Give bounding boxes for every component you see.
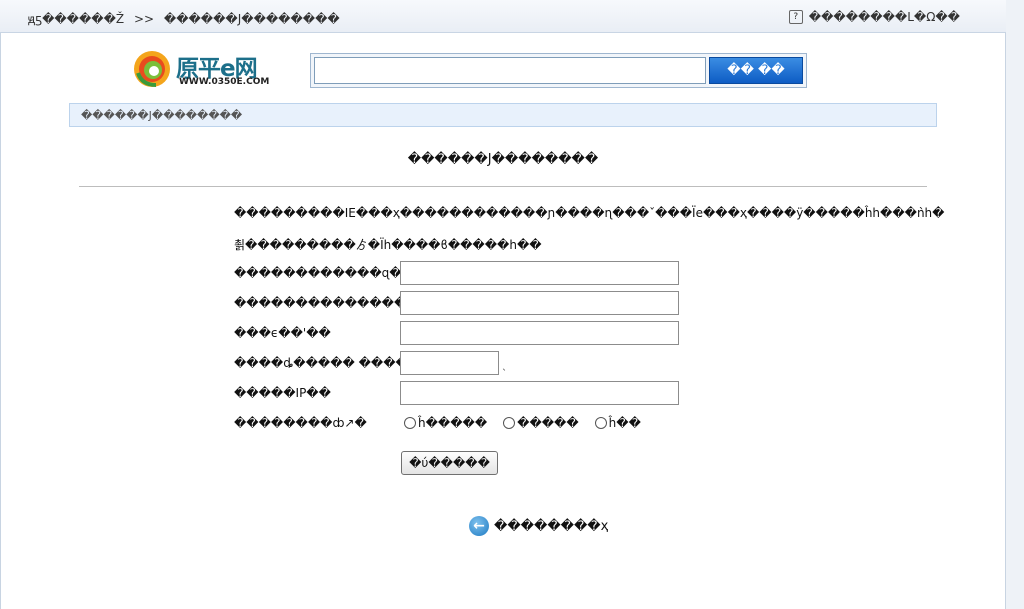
captcha-suffix: ˎ <box>502 360 507 371</box>
submit-button[interactable]: �ύ����� <box>401 451 498 475</box>
help-label[interactable]: ��������Ⅼ�Ω�� <box>809 10 960 24</box>
scrollbar[interactable] <box>1006 0 1024 609</box>
field-label-1: ������������ɋ� <box>234 266 402 280</box>
location-bar: ������J�������� <box>69 103 937 127</box>
intro-text-line-1: ���������ΙE���ҳ������������ɲ����ɳ���ˇ���… <box>234 206 945 220</box>
back-arrow-icon[interactable]: ← <box>469 516 489 536</box>
field-label-4: ����ȡ���͏�� ����� <box>234 356 421 370</box>
top-bar: ԭƽ������Ž >> ������J�������� ? ��������Ⅼ… <box>0 0 1006 33</box>
radio-option-label: ĥ����� <box>418 416 488 430</box>
search-box: �� �� <box>310 53 807 88</box>
logo-swirl-icon <box>134 51 170 87</box>
breadcrumb-current: ������J�������� <box>163 12 340 26</box>
search-button[interactable]: �� �� <box>709 57 803 84</box>
captcha-input[interactable] <box>400 351 499 375</box>
intro-text-line-2: 쵥���������ゟ�Ïh����ϐ�����h�� <box>234 238 542 252</box>
radio-option-label: ����� <box>517 416 579 430</box>
field-label-5: �����IP�� <box>234 386 331 400</box>
radio-option-3[interactable]: ĥ�� <box>594 416 641 430</box>
ip-input[interactable] <box>400 381 679 405</box>
radio-group-label: ��������ȸ↗� <box>234 416 367 430</box>
breadcrumb-home-link[interactable]: ԭƽ������Ž <box>28 12 124 26</box>
search-input[interactable] <box>314 57 706 84</box>
field-label-2: ��������������� <box>234 296 419 310</box>
radio-circle[interactable] <box>404 417 416 429</box>
field-label-3: ���ϵ��'�� <box>234 326 331 340</box>
radio-circle[interactable] <box>594 417 607 429</box>
field-input-2[interactable] <box>400 291 679 315</box>
radio-option-2[interactable]: ����� <box>503 416 579 430</box>
field-input-3[interactable] <box>400 321 679 345</box>
radio-option-1[interactable]: ĥ����� <box>404 416 487 430</box>
breadcrumb-separator: >> <box>133 12 155 26</box>
back-label[interactable]: ��������ҳ <box>494 519 608 534</box>
help-icon: ? <box>788 10 803 24</box>
breadcrumb: ԭƽ������Ž >> ������J�������� <box>28 10 346 27</box>
site-logo[interactable]: 原平e网 WWW.0350E.COM <box>132 49 282 91</box>
help-link[interactable]: ? ��������Ⅼ�Ω�� <box>788 10 960 24</box>
page-title: ������J�������� <box>407 152 599 167</box>
radio-option-label: ĥ�� <box>608 416 641 430</box>
back-link[interactable]: ← ��������ҳ <box>469 516 608 536</box>
radio-group: ĥ����� ����� ĥ�� <box>404 416 641 430</box>
field-input-1[interactable] <box>400 261 679 285</box>
logo-url: WWW.0350E.COM <box>179 77 270 87</box>
divider <box>79 186 927 187</box>
radio-circle[interactable] <box>503 417 516 429</box>
